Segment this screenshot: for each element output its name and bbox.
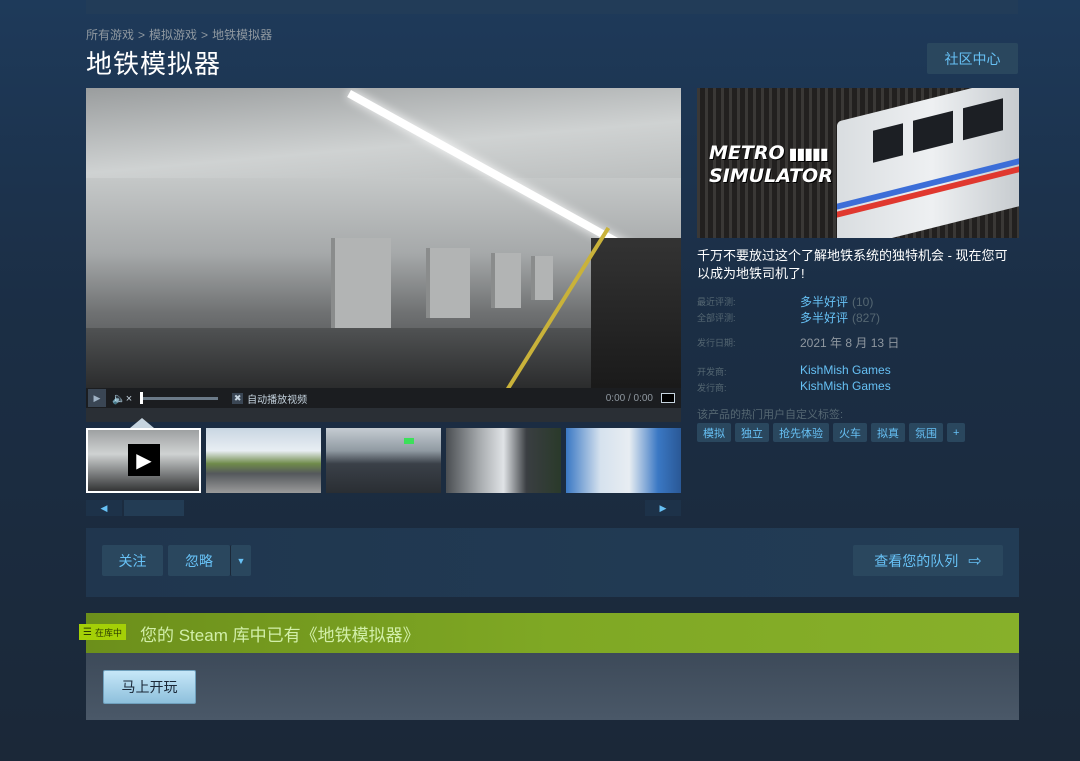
autoplay-toggle[interactable]: ✖ 自动播放视频 <box>232 391 307 406</box>
ignore-dropdown-button[interactable]: ▼ <box>230 545 251 576</box>
thumbnail-screenshot[interactable] <box>206 428 321 493</box>
play-area: 马上开玩 <box>86 653 1019 720</box>
train-window <box>963 98 1003 141</box>
recent-reviews-label: 最近评测: <box>697 297 736 307</box>
list-icon: ☰ <box>83 626 92 638</box>
media-thumbnails: ▶ <box>86 428 681 494</box>
video-progress-strip[interactable] <box>86 408 681 422</box>
scene-pillar <box>531 256 553 300</box>
tag-item[interactable]: 火车 <box>833 423 867 442</box>
tag-item[interactable]: 抢先体验 <box>773 423 829 442</box>
tag-list: 模拟 独立 抢先体验 火车 拟真 氛围 + <box>697 423 966 442</box>
breadcrumb-separator: > <box>201 28 209 42</box>
release-date-value: 2021 年 8 月 13 日 <box>800 336 900 350</box>
community-hub-button[interactable]: 社区中心 <box>927 43 1018 74</box>
play-pause-button[interactable]: ▶ <box>88 389 106 407</box>
cab-indicator <box>404 438 414 444</box>
in-library-badge: ☰ 在库中 <box>79 624 126 640</box>
ignore-button[interactable]: 忽略 <box>168 545 230 576</box>
play-now-button[interactable]: 马上开玩 <box>103 670 196 704</box>
logo-bars: ▮▮▮▮▮ <box>788 144 829 163</box>
in-library-banner: 您的 Steam 库中已有《地铁模拟器》 <box>86 613 1019 653</box>
page-title: 地铁模拟器 <box>86 49 222 79</box>
view-queue-label: 查看您的队列 <box>874 552 959 569</box>
train-window <box>913 110 953 153</box>
view-queue-button[interactable]: 查看您的队列 ⇨ <box>853 545 1003 576</box>
volume-mute-icon[interactable]: 🔈× <box>112 392 132 405</box>
breadcrumb-separator: > <box>138 28 146 42</box>
chevron-down-icon: ▼ <box>236 555 246 566</box>
autoplay-checkbox[interactable]: ✖ <box>232 392 244 404</box>
recent-reviews-summary[interactable]: 多半好评 <box>800 295 848 309</box>
thumbnail-screenshot[interactable] <box>326 428 441 493</box>
all-reviews-summary[interactable]: 多半好评 <box>800 311 848 325</box>
all-reviews-count: (827) <box>852 311 881 325</box>
all-reviews-label: 全部评测: <box>697 313 736 323</box>
scene-ceiling <box>86 88 681 178</box>
game-description: 千万不要放过这个了解地铁系统的独特机会 - 现在您可以成为地铁司机了! <box>697 248 1008 281</box>
logo-line2: SIMULATOR <box>709 165 833 187</box>
breadcrumb-simulation[interactable]: 模拟游戏 <box>149 28 197 42</box>
breadcrumb: 所有游戏 > 模拟游戏 > 地铁模拟器 <box>86 26 272 43</box>
train-window <box>873 123 903 163</box>
scene-pillar <box>491 253 521 308</box>
fullscreen-icon[interactable] <box>661 393 675 403</box>
top-strip <box>86 0 1018 14</box>
scroll-handle[interactable] <box>124 500 184 516</box>
recent-reviews-value-group: 多半好评 (10) <box>800 293 873 310</box>
thumbnail-screenshot[interactable] <box>446 428 561 493</box>
scene-pillar <box>426 248 470 318</box>
selected-thumb-indicator-icon <box>130 418 154 428</box>
scroll-left-icon[interactable]: ◀ <box>86 500 122 516</box>
thumbnail-video[interactable]: ▶ <box>86 428 201 493</box>
scene-track <box>591 238 681 388</box>
arrow-right-icon: ⇨ <box>968 552 982 570</box>
breadcrumb-all-games[interactable]: 所有游戏 <box>86 28 134 42</box>
publisher-link[interactable]: KishMish Games <box>800 379 891 393</box>
recent-reviews-count: (10) <box>852 295 874 309</box>
video-time: 0:00 / 0:00 <box>605 392 653 404</box>
tag-item[interactable]: 氛围 <box>909 423 943 442</box>
thumbnail-scrollbar: ◀ ▶ <box>86 500 681 516</box>
follow-button[interactable]: 关注 <box>102 545 163 576</box>
tag-item[interactable]: 拟真 <box>871 423 905 442</box>
all-reviews-value-group: 多半好评 (827) <box>800 309 880 326</box>
release-date-label: 发行日期: <box>697 338 736 348</box>
scroll-right-icon[interactable]: ▶ <box>645 500 681 516</box>
developer-link[interactable]: KishMish Games <box>800 363 891 377</box>
tag-item[interactable]: 模拟 <box>697 423 731 442</box>
play-icon: ▶ <box>128 444 160 476</box>
game-logo: METRO ▮▮▮▮▮ SIMULATOR <box>709 142 833 187</box>
breadcrumb-current[interactable]: 地铁模拟器 <box>212 28 272 42</box>
main-video-player[interactable] <box>86 88 681 388</box>
tag-item[interactable]: 独立 <box>735 423 769 442</box>
header-capsule-image: METRO ▮▮▮▮▮ SIMULATOR <box>697 88 1019 238</box>
logo-line1: METRO <box>709 142 785 164</box>
in-library-text: 您的 Steam 库中已有《地铁模拟器》 <box>140 625 420 645</box>
scene-pillar <box>331 238 391 328</box>
add-tag-button[interactable]: + <box>947 423 966 442</box>
volume-slider[interactable] <box>140 391 219 404</box>
volume-knob[interactable] <box>140 391 144 404</box>
autoplay-label: 自动播放视频 <box>247 394 308 406</box>
tags-label: 该产品的热门用户自定义标签: <box>697 409 844 421</box>
thumbnail-screenshot[interactable] <box>566 428 681 493</box>
publisher-label: 发行商: <box>697 383 727 393</box>
video-controls: ▶ 🔈× ✖ 自动播放视频 0:00 / 0:00 <box>86 388 681 408</box>
developer-label: 开发商: <box>697 367 727 377</box>
in-library-badge-label: 在库中 <box>94 627 122 638</box>
queue-actions-bar: 关注 忽略 ▼ 查看您的队列 ⇨ <box>86 528 1019 597</box>
